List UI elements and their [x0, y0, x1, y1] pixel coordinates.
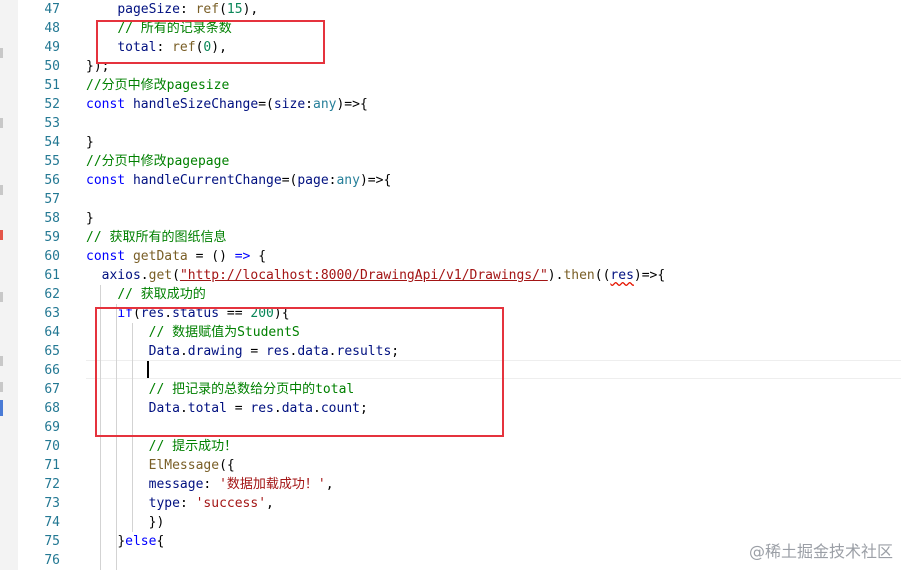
code-line-58: } [86, 211, 94, 226]
code-line-56: const handleCurrentChange=(page:any)=>{ [86, 173, 392, 188]
line-number: 50 [44, 59, 60, 74]
line-number-gutter: 47 48 49 50 51 52 53 54 55 56 57 58 59 60 61 62 63 64 65 66… [18, 0, 70, 570]
line-number: 47 [44, 2, 60, 17]
code-line-74: }) [148, 515, 165, 530]
line-number: 64 [44, 325, 60, 340]
code-line-75: }else{ [117, 534, 165, 549]
line-number: 58 [44, 211, 60, 226]
code-line-60: const getData = () => { [86, 249, 267, 264]
gutter-mark [0, 356, 3, 366]
line-number: 62 [44, 287, 60, 302]
line-number: 76 [44, 553, 60, 568]
line-number: 57 [44, 192, 60, 207]
line-number: 70 [44, 439, 60, 454]
gutter-mark [0, 382, 3, 392]
code-line-51: //分页中修改pagesize [86, 78, 230, 93]
gutter-mark [0, 292, 3, 302]
annotation-box-total [96, 20, 325, 64]
gutter-mark [0, 48, 3, 58]
line-number: 55 [44, 154, 60, 169]
active-mark [0, 400, 3, 416]
code-line-72: message: '数据加载成功！', [148, 477, 334, 492]
line-number: 56 [44, 173, 60, 188]
annotation-box-data-assign [95, 307, 504, 437]
line-number: 72 [44, 477, 60, 492]
line-number: 73 [44, 496, 60, 511]
line-number: 49 [44, 40, 60, 55]
line-number: 74 [44, 515, 60, 530]
line-number: 48 [44, 21, 60, 36]
code-line-47: pageSize: ref(15), [117, 2, 259, 17]
line-number: 51 [44, 78, 60, 93]
code-line-70: // 提示成功！ [148, 439, 238, 454]
code-line-73: type: 'success', [148, 496, 274, 511]
line-number: 63 [44, 306, 60, 321]
error-mark [0, 230, 3, 240]
code-line-59: // 获取所有的图纸信息 [86, 230, 227, 245]
line-number: 71 [44, 458, 60, 473]
code-line-61: axios.get("http://localhost:8000/Drawing… [101, 268, 666, 283]
line-number: 60 [44, 249, 60, 264]
gutter-mark [0, 185, 3, 195]
line-number: 61 [44, 268, 60, 283]
line-number: 69 [44, 420, 60, 435]
line-number: 52 [44, 97, 60, 112]
code-line-54: } [86, 135, 94, 150]
line-number: 54 [44, 135, 60, 150]
code-line-62: // 获取成功的 [117, 287, 206, 302]
line-number: 66 [44, 363, 60, 378]
code-line-71: ElMessage({ [148, 458, 235, 473]
code-editor[interactable]: pageSize: ref(15), // 所有的记录条数 total: ref… [86, 0, 901, 570]
gutter-mark [0, 118, 3, 128]
line-number: 75 [44, 534, 60, 549]
line-number: 67 [44, 382, 60, 397]
line-number: 59 [44, 230, 60, 245]
line-number: 68 [44, 401, 60, 416]
code-line-55: //分页中修改pagepage [86, 154, 230, 169]
code-line-52: const handleSizeChange=(size:any)=>{ [86, 97, 368, 112]
watermark: @稀土掘金技术社区 [748, 542, 893, 561]
line-number: 65 [44, 344, 60, 359]
line-number: 53 [44, 116, 60, 131]
activity-bar [0, 0, 18, 570]
